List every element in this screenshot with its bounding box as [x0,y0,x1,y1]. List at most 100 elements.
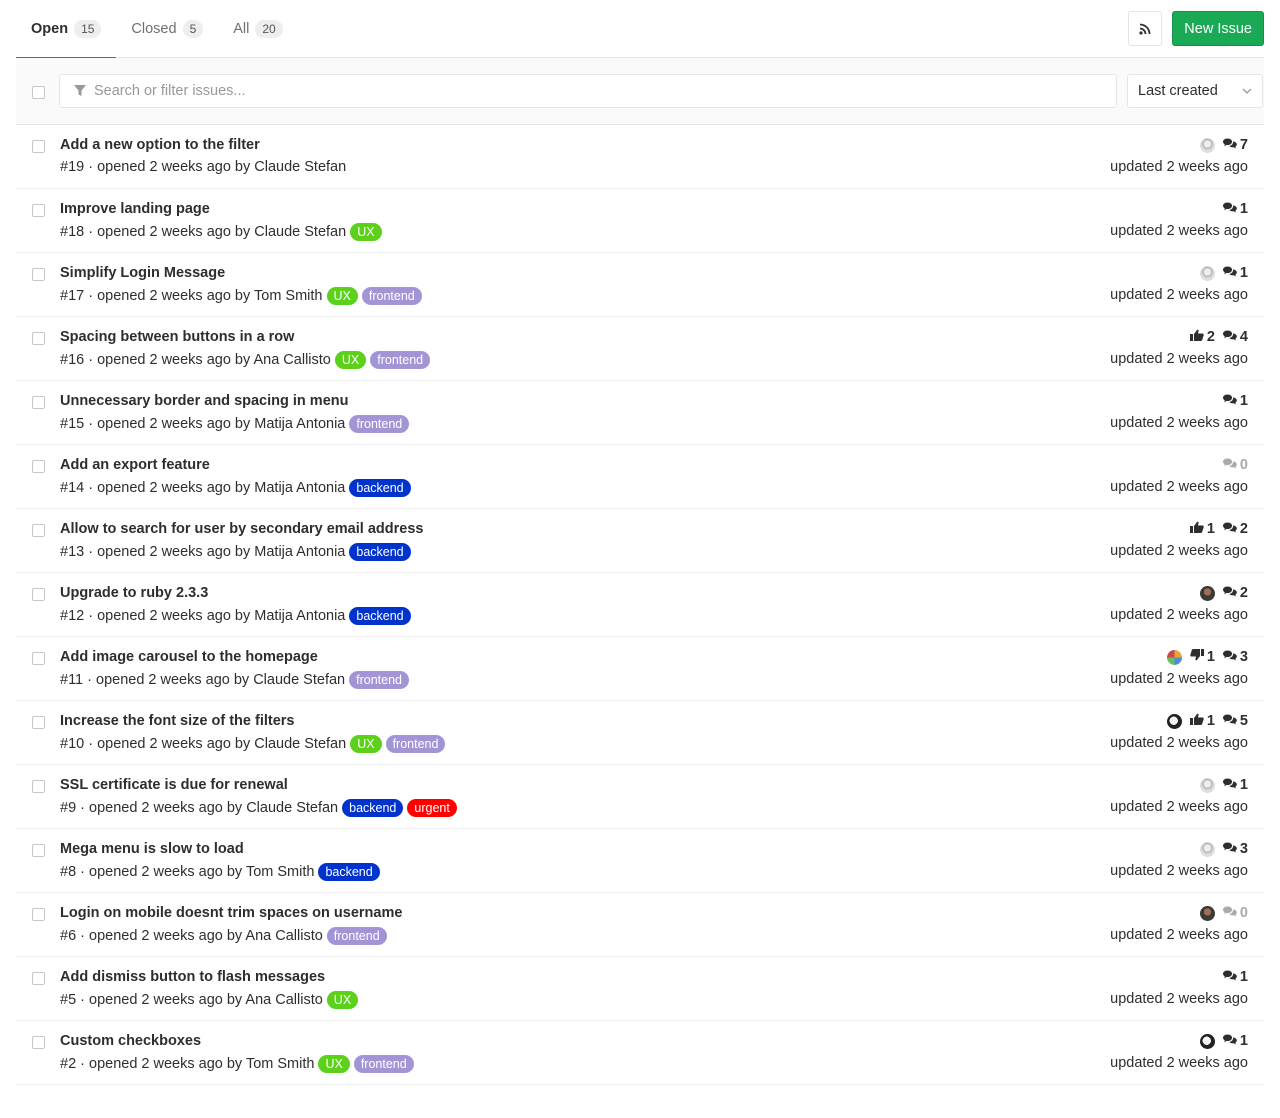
comments[interactable]: 1 [1222,1033,1248,1049]
issue-checkbox[interactable] [32,140,45,153]
assignee-avatar[interactable] [1199,137,1215,153]
thumbs-down-icon [1190,649,1204,665]
comments[interactable]: 3 [1222,841,1248,857]
tab-label: Open [31,21,69,37]
issue-meta: #19 · opened 2 weeks ago by Claude Stefa… [60,159,346,175]
issue-title-link[interactable]: Add image carousel to the homepage [60,649,318,665]
comments[interactable]: 2 [1222,521,1248,537]
comments[interactable]: 1 [1222,265,1248,281]
assignee-avatar[interactable] [1199,585,1215,601]
assignee-avatar[interactable] [1199,841,1215,857]
assignee-avatar[interactable] [1199,777,1215,793]
issue-checkbox[interactable] [32,204,45,217]
issue-title-link[interactable]: Improve landing page [60,201,210,217]
upvotes: 2 [1189,329,1215,345]
issue-title-link[interactable]: Increase the font size of the filters [60,713,294,729]
label-frontend[interactable]: frontend [370,351,431,369]
issue-checkbox[interactable] [32,332,45,345]
issue-updated: updated 2 weeks ago [1110,927,1248,943]
label-frontend[interactable]: frontend [326,927,387,945]
issue-title-link[interactable]: Allow to search for user by secondary em… [60,521,423,537]
issue-title-link[interactable]: Upgrade to ruby 2.3.3 [60,585,208,601]
label-ux[interactable]: UX [318,1055,350,1073]
comments[interactable]: 2 [1222,585,1248,601]
issue-meta: #11 · opened 2 weeks ago by Claude Stefa… [60,671,409,689]
assignee-avatar[interactable] [1199,905,1215,921]
tab-closed[interactable]: Closed 5 [116,0,218,58]
issue-checkbox[interactable] [32,652,45,665]
issue-title-link[interactable]: Custom checkboxes [60,1033,201,1049]
label-ux[interactable]: UX [326,991,359,1009]
label-frontend[interactable]: frontend [353,1055,414,1073]
label-backend[interactable]: backend [342,799,404,817]
label-frontend[interactable]: frontend [349,671,409,689]
tab-all[interactable]: All 20 [218,0,297,58]
tab-open[interactable]: Open 15 [16,0,117,59]
comment-count: 1 [1239,1033,1248,1049]
comments[interactable]: 1 [1222,201,1248,217]
issue-checkbox[interactable] [32,908,45,921]
state-tabs: Open 15 Closed 5 All 20 [16,0,298,59]
label-frontend[interactable]: frontend [385,735,446,753]
comments[interactable]: 1 [1222,969,1248,985]
issue-checkbox[interactable] [32,1036,45,1049]
issue-title-link[interactable]: Mega menu is slow to load [60,841,244,857]
assignee-avatar[interactable] [1199,265,1215,281]
issue-row: Spacing between buttons in a row #16 · op… [16,317,1264,381]
issue-checkbox[interactable] [32,716,45,729]
label-ux[interactable]: UX [326,287,358,305]
issue-title-link[interactable]: SSL certificate is due for renewal [60,777,288,793]
search-box[interactable] [59,74,1117,108]
issue-title-link[interactable]: Add an export feature [60,457,210,473]
issue-updated: updated 2 weeks ago [1110,351,1248,367]
issue-checkbox[interactable] [32,588,45,601]
label-ux[interactable]: UX [350,223,382,241]
assignee-avatar[interactable] [1166,713,1182,729]
label-backend[interactable]: backend [349,607,411,625]
issue-row: Improve landing page #18 · opened 2 weeks… [16,189,1264,253]
issue-checkbox[interactable] [32,524,45,537]
comments[interactable]: 5 [1222,713,1248,729]
assignee-avatar[interactable] [1166,649,1182,665]
issue-checkbox[interactable] [32,460,45,473]
comments[interactable]: 0 [1222,905,1248,921]
issue-title-link[interactable]: Login on mobile doesnt trim spaces on us… [60,905,402,921]
issue-title-link[interactable]: Add a new option to the filter [60,137,260,153]
issue-checkbox[interactable] [32,972,45,985]
comments[interactable]: 3 [1222,649,1248,665]
issue-meta: #5 · opened 2 weeks ago by Ana Callisto U… [60,991,359,1009]
issue-checkbox[interactable] [32,268,45,281]
issue-title-link[interactable]: Add dismiss button to flash messages [60,969,325,985]
issue-meta-text: #13 · opened 2 weeks ago by Matija Anton… [60,544,346,560]
issue-title-link[interactable]: Unnecessary border and spacing in menu [60,393,348,409]
assignee-avatar[interactable] [1199,1033,1215,1049]
issue-updated: updated 2 weeks ago [1110,607,1248,623]
comments[interactable]: 4 [1222,329,1248,345]
issue-updated: updated 2 weeks ago [1110,671,1248,687]
label-ux[interactable]: UX [334,351,367,369]
label-backend[interactable]: backend [349,479,411,497]
issue-meta-text: #15 · opened 2 weeks ago by Matija Anton… [60,416,346,432]
label-frontend[interactable]: frontend [349,415,410,433]
issue-meta-text: #12 · opened 2 weeks ago by Matija Anton… [60,608,346,624]
issue-checkbox[interactable] [32,780,45,793]
label-urgent[interactable]: urgent [407,799,457,817]
issue-title-link[interactable]: Spacing between buttons in a row [60,329,294,345]
comments[interactable]: 7 [1222,137,1248,153]
label-backend[interactable]: backend [349,543,411,561]
tab-label: All [233,21,250,37]
label-ux[interactable]: UX [350,735,382,753]
search-input[interactable] [94,83,994,99]
comments[interactable]: 1 [1222,777,1248,793]
comments[interactable]: 1 [1222,393,1248,409]
issue-title-link[interactable]: Simplify Login Message [60,265,225,281]
sort-dropdown[interactable]: Last created [1127,74,1263,108]
label-backend[interactable]: backend [318,863,380,881]
issue-checkbox[interactable] [32,844,45,857]
label-frontend[interactable]: frontend [361,287,422,305]
select-all-checkbox[interactable] [32,86,45,99]
issue-checkbox[interactable] [32,396,45,409]
comments[interactable]: 0 [1222,457,1248,473]
rss-button[interactable] [1128,11,1163,46]
new-issue-button[interactable]: New Issue [1172,11,1264,46]
